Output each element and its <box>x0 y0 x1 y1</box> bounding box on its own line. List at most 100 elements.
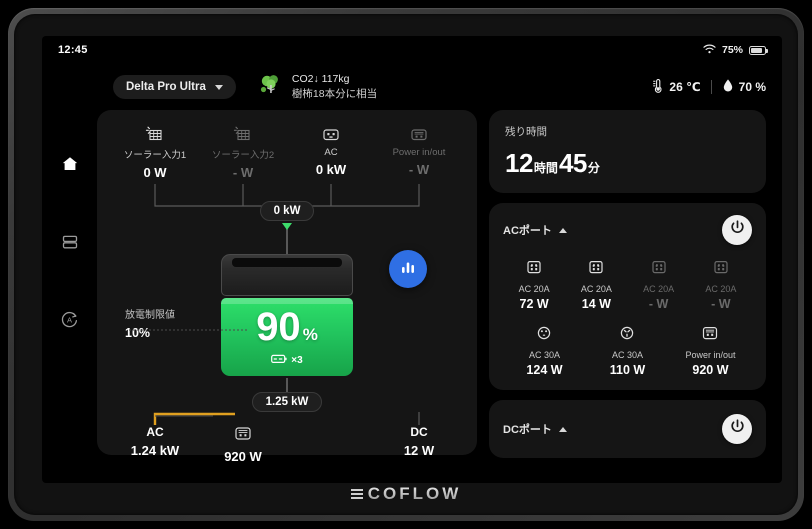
battery-graphic[interactable]: 90 % ×3 <box>221 254 353 376</box>
brand-bar: COFLOW <box>14 479 798 509</box>
port-watts: - W <box>711 297 731 311</box>
output-dc[interactable]: DC 12 W <box>375 425 463 458</box>
pack-count-label: ×3 <box>291 355 303 366</box>
ac-outlet-icon <box>525 259 543 281</box>
ac-ports-row-2: AC 30A 124 W AC 30A 110 W Power in/out 9… <box>503 325 752 377</box>
output-value: 920 W <box>224 449 262 464</box>
ac-ports-card: ACポート AC 20A 72 W AC 20A 14 W AC 20A - W… <box>489 203 766 390</box>
power-icon <box>729 219 746 241</box>
ac-power-button[interactable] <box>722 215 752 245</box>
ac-port-2[interactable]: AC 20A 14 W <box>565 259 627 311</box>
battery-pack-icon <box>271 354 287 367</box>
svg-text:A: A <box>67 316 72 325</box>
input-value: - W <box>408 162 430 177</box>
port-watts: 124 W <box>526 363 563 377</box>
solar-panel-icon <box>233 124 253 144</box>
input-solar-2[interactable]: ソーラー入力2 - W <box>199 124 287 180</box>
output-label: AC <box>146 425 164 439</box>
port-watts: - W <box>648 297 669 311</box>
battery-icon <box>749 45 768 55</box>
main-content: ソーラー入力1 0 W ソーラー入力2 - W AC 0 kW Power in… <box>97 110 772 464</box>
ac-port-4[interactable]: AC 20A - W <box>690 259 752 311</box>
chevron-up-icon[interactable] <box>558 227 567 233</box>
ac-30a-port-1[interactable]: AC 30A 124 W <box>503 325 586 377</box>
input-label: Power in/out <box>392 147 446 158</box>
ac-outlet-icon <box>712 259 730 281</box>
port-name: AC 20A <box>518 284 550 294</box>
co2-line-2: 樹柨18本分に相当 <box>291 88 378 100</box>
input-solar-1[interactable]: ソーラー入力1 0 W <box>111 124 199 180</box>
port-watts: 110 W <box>609 363 646 377</box>
power-inout-port[interactable]: Power in/out 920 W <box>669 325 752 377</box>
sidebar-item-auto[interactable]: A <box>56 308 84 336</box>
tablet-device-frame: 12:45 75% Delta Pro Ultra CO2↓ 117kg 樹柨1… <box>8 8 804 521</box>
battery-top-cap <box>221 254 353 296</box>
discharge-limit-label: 放電制限値 <box>125 310 175 321</box>
power-inout-icon <box>232 425 254 445</box>
ecoflow-logo: COFLOW <box>350 484 462 504</box>
ac-port-3[interactable]: AC 20A - W <box>628 259 690 311</box>
ac-outlet-icon <box>650 259 668 281</box>
remaining-hours: 12 <box>505 148 533 178</box>
co2-savings: CO2↓ 117kg 樹柨18本分に相当 <box>258 72 377 103</box>
output-power-inout[interactable]: 920 W <box>199 425 287 464</box>
auto-circle-icon: A <box>60 310 79 334</box>
state-of-charge: 90 % <box>256 307 318 347</box>
input-power-inout[interactable]: Power in/out - W <box>375 124 463 180</box>
ac-30a-port-2[interactable]: AC 30A 110 W <box>586 325 669 377</box>
ac-ports-title: ACポート <box>503 225 552 237</box>
humidity-reading: 70 % <box>722 78 766 96</box>
home-icon <box>61 155 79 178</box>
remaining-minutes-unit: 分 <box>587 161 600 175</box>
solar-panel-icon <box>145 124 165 144</box>
port-name: AC 20A <box>705 284 737 294</box>
ac-plug-icon <box>320 124 342 144</box>
device-bezel-inner: 12:45 75% Delta Pro Ultra CO2↓ 117kg 樹柨1… <box>14 14 798 515</box>
power-inout-icon <box>408 124 430 144</box>
input-value: - W <box>232 165 254 180</box>
device-selector[interactable]: Delta Pro Ultra <box>113 75 236 99</box>
sidebar-item-devices[interactable] <box>56 230 84 258</box>
port-watts: 14 W <box>581 297 611 311</box>
dc-power-button[interactable] <box>722 414 752 444</box>
port-name: Power in/out <box>685 350 736 360</box>
bar-chart-icon <box>399 258 417 281</box>
input-label: AC <box>324 147 338 158</box>
output-value: 12 W <box>403 443 435 458</box>
discharge-limit-leader-line <box>129 329 249 331</box>
output-ac[interactable]: AC 1.24 kW <box>111 425 199 458</box>
input-total-wrap: 0 kW <box>111 201 463 221</box>
input-ac[interactable]: AC 0 kW <box>287 124 375 180</box>
app-header: Delta Pro Ultra CO2↓ 117kg 樹柨18本分に相当 26 … <box>42 64 782 110</box>
input-label: ソーラー入力1 <box>123 150 187 161</box>
ac-ports-row-1: AC 20A 72 W AC 20A 14 W AC 20A - W AC 20… <box>503 259 752 311</box>
output-total-wrap: 1.25 kW <box>111 392 463 412</box>
input-value: 0 W <box>143 165 167 180</box>
battery-percent: 75% <box>721 44 743 56</box>
humidity-icon <box>722 78 734 96</box>
energy-flow-diagram: ソーラー入力1 0 W ソーラー入力2 - W AC 0 kW Power in… <box>97 110 477 464</box>
input-total-pill: 0 kW <box>259 201 315 221</box>
ac-port-1[interactable]: AC 20A 72 W <box>503 259 565 311</box>
output-label: DC <box>410 425 428 439</box>
environment-readings: 26 ℃ 70 % <box>652 78 766 96</box>
dc-ports-title: DCポート <box>503 424 552 436</box>
chevron-up-icon[interactable] <box>558 426 567 432</box>
output-row: AC 1.24 kW 920 W DC 12 W <box>111 425 463 464</box>
input-label: ソーラー入力2 <box>211 150 275 161</box>
stats-button[interactable] <box>389 250 427 288</box>
port-watts: 920 W <box>692 363 729 377</box>
sidebar-item-home[interactable] <box>56 152 84 180</box>
chevron-down-icon <box>214 84 223 90</box>
wifi-icon <box>703 44 716 57</box>
port-name: AC 30A <box>611 350 643 360</box>
remaining-minutes: 45 <box>558 148 587 178</box>
divider <box>710 80 712 94</box>
thermometer-icon <box>652 78 664 96</box>
battery-fill: 90 % ×3 <box>221 298 353 376</box>
port-watts: 72 W <box>519 297 549 311</box>
discharge-limit[interactable]: 放電制限値 10% <box>125 306 175 340</box>
input-row: ソーラー入力1 0 W ソーラー入力2 - W AC 0 kW Power in… <box>111 124 463 180</box>
logo-text: COFLOW <box>367 484 462 503</box>
battery-pack-count: ×3 <box>271 354 303 367</box>
